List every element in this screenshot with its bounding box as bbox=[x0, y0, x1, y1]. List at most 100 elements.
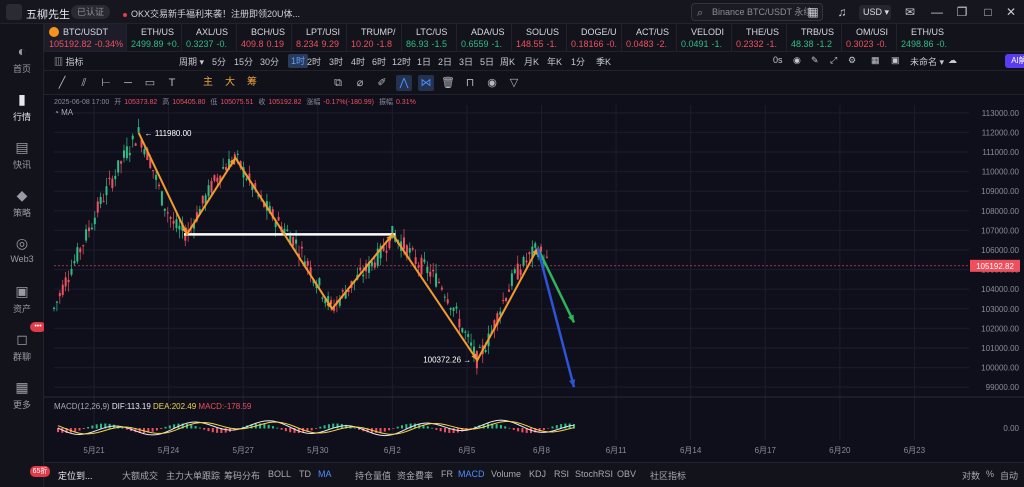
bottom-item-1[interactable]: 大额成交 bbox=[122, 469, 158, 482]
maximize-icon[interactable]: □ bbox=[980, 4, 996, 20]
ticker-9[interactable]: DOGE/U 0.18166 -0. bbox=[566, 24, 621, 51]
settings-icon[interactable]: ⧉ bbox=[330, 75, 346, 91]
bottom-item-6[interactable]: MA bbox=[318, 469, 332, 479]
pen-icon[interactable]: ✐ bbox=[374, 75, 390, 91]
ai-button[interactable]: AI解读 bbox=[1005, 54, 1024, 68]
bottom-right-2[interactable]: 自动 bbox=[1000, 469, 1018, 482]
indicator-button[interactable]: ▥ 指标 bbox=[54, 55, 84, 68]
sidebar-item-bar-chart[interactable]: ▮ 行情 bbox=[0, 86, 44, 126]
ticker-3[interactable]: BCH/US 409.8 0.19 bbox=[236, 24, 291, 51]
trendline-icon[interactable]: ╱ bbox=[54, 75, 70, 91]
pattern-icon[interactable]: ⋈ bbox=[418, 75, 434, 91]
timeframe-3[interactable]: 1时 bbox=[288, 54, 309, 68]
timeframe-0[interactable]: 5分 bbox=[212, 55, 226, 68]
ticker-15[interactable]: ETH/US 2498.86 -0. bbox=[896, 24, 951, 51]
zigzag-icon[interactable]: ⋀ bbox=[396, 75, 412, 91]
ticker-10[interactable]: ACT/US 0.0483 -2. bbox=[621, 24, 676, 51]
timeframe-15[interactable]: 年K bbox=[547, 55, 562, 68]
fullscreen-icon[interactable]: ⤢ bbox=[830, 55, 837, 66]
bottom-item-3[interactable]: 筹码分布 bbox=[224, 469, 260, 482]
timeframe-1[interactable]: 15分 bbox=[234, 55, 253, 68]
timeframe-13[interactable]: 周K bbox=[500, 55, 515, 68]
bottom-item-5[interactable]: TD bbox=[299, 469, 311, 479]
bottom-item-13[interactable]: RSI bbox=[554, 469, 569, 479]
eye-icon[interactable]: ◉ bbox=[484, 75, 500, 91]
hline-icon[interactable]: ─ bbox=[120, 75, 136, 91]
search-input[interactable]: ⌕ Binance BTC/USDT 永续 bbox=[691, 3, 823, 21]
chart-area[interactable]: 113000.00 112000.00 111000.00 110000.00 1090… bbox=[44, 95, 1024, 462]
text-icon[interactable]: T bbox=[164, 75, 180, 91]
bottom-item-2[interactable]: 主力大单跟踪 bbox=[166, 469, 220, 482]
timeframe-8[interactable]: 12时 bbox=[392, 55, 411, 68]
sidebar-item-web3[interactable]: ◎ Web3 bbox=[0, 230, 44, 270]
timeframe-14[interactable]: 月K bbox=[524, 55, 539, 68]
grid-icon[interactable]: ▦ bbox=[871, 55, 880, 66]
rect-icon[interactable]: ▭ bbox=[142, 75, 158, 91]
timeframe-16[interactable]: 1分 bbox=[571, 55, 585, 68]
bottom-item-4[interactable]: BOLL bbox=[268, 469, 291, 479]
mail-icon[interactable]: ✉ bbox=[902, 4, 918, 20]
minimize-icon[interactable]: — bbox=[929, 4, 945, 20]
ticker-12[interactable]: THE/US 0.2332 -1. bbox=[731, 24, 786, 51]
bottom-right-0[interactable]: 对数 bbox=[962, 469, 980, 482]
indicator-tool-0[interactable]: 主 bbox=[200, 75, 216, 91]
ticker-11[interactable]: VELODI 0.0491 -1. bbox=[676, 24, 731, 51]
sidebar-item-strategy[interactable]: ◆ 策略 bbox=[0, 182, 44, 222]
bell-icon[interactable]: ♫ bbox=[834, 4, 850, 20]
ticker-14[interactable]: OM/USI 0.3023 -0. bbox=[841, 24, 896, 51]
bottom-item-14[interactable]: StochRSI bbox=[575, 469, 613, 479]
ticker-2[interactable]: AXL/US 0.3237 -0. bbox=[181, 24, 236, 51]
sidebar-item-wallet[interactable]: ▣ 资产 bbox=[0, 278, 44, 318]
sidebar-item-chat[interactable]: ◻ 群聊 bbox=[0, 326, 44, 366]
settings-icon[interactable]: ⚙ bbox=[848, 55, 856, 66]
timeframe-6[interactable]: 4时 bbox=[351, 55, 365, 68]
bottom-item-0[interactable]: 定位到... bbox=[58, 469, 93, 482]
ticker-6[interactable]: LTC/US 86.93 -1.5 bbox=[401, 24, 456, 51]
ticker-5[interactable]: TRUMP/10.20 -1.8 bbox=[346, 24, 401, 51]
bottom-item-15[interactable]: OBV bbox=[617, 469, 636, 479]
bottom-item-8[interactable]: 资金費率 bbox=[397, 469, 433, 482]
sidebar-item-more[interactable]: ▦ 更多 bbox=[0, 374, 44, 414]
ticker-0[interactable]: BTC/USDT 105192.82 -0.34% bbox=[44, 24, 126, 51]
magnet-icon[interactable]: ⊓ bbox=[462, 75, 478, 91]
calendar-icon[interactable]: ▦ bbox=[805, 4, 821, 20]
bottom-right-1[interactable]: % bbox=[986, 469, 994, 479]
bottom-item-12[interactable]: KDJ bbox=[529, 469, 546, 479]
ticker-13[interactable]: TRB/US 48.38 -1.2 bbox=[786, 24, 841, 51]
sidebar-item-news[interactable]: ▤ 快讯 bbox=[0, 134, 44, 174]
lock-icon[interactable]: ⌀ bbox=[352, 75, 368, 91]
edit-icon[interactable]: ✎ bbox=[811, 55, 819, 66]
ticker-1[interactable]: ETH/US 2499.89 +0. bbox=[126, 24, 181, 51]
ticker-7[interactable]: ADA/US 0.6559 -1. bbox=[456, 24, 511, 51]
timeframe-10[interactable]: 2日 bbox=[438, 55, 452, 68]
bottom-item-7[interactable]: 持仓量值 bbox=[355, 469, 391, 482]
restore-icon[interactable]: ❐ bbox=[954, 4, 970, 20]
cloud-icon[interactable]: ☁ bbox=[948, 55, 957, 66]
timeframe-2[interactable]: 30分 bbox=[260, 55, 279, 68]
sidebar-item-globe[interactable]: ◐ 首页 bbox=[0, 38, 44, 78]
close-icon[interactable]: ✕ bbox=[1003, 4, 1019, 20]
timeframe-7[interactable]: 6时 bbox=[372, 55, 386, 68]
timeframe-4[interactable]: 2时 bbox=[307, 55, 321, 68]
bottom-item-16[interactable]: 社区指标 bbox=[650, 469, 686, 482]
period-dropdown[interactable]: 周期 ▾ bbox=[179, 55, 204, 68]
layout-select[interactable]: 未命名 ▾ bbox=[910, 55, 944, 68]
filter-icon[interactable]: ▽ bbox=[506, 75, 522, 91]
timeframe-11[interactable]: 3日 bbox=[459, 55, 473, 68]
timeframe-12[interactable]: 5日 bbox=[480, 55, 494, 68]
indicator-tool-1[interactable]: 大 bbox=[222, 75, 238, 91]
ticker-4[interactable]: LPT/USI 8.234 9.29 bbox=[291, 24, 346, 51]
camera-icon[interactable]: ◉ bbox=[793, 55, 801, 66]
bottom-item-9[interactable]: FR bbox=[441, 469, 453, 479]
ticker-8[interactable]: SOL/US 148.55 -1. bbox=[511, 24, 566, 51]
bottom-item-11[interactable]: Volume bbox=[491, 469, 521, 479]
ma-indicator-label[interactable]: ◔ MA bbox=[54, 108, 73, 117]
layout-icon[interactable]: ▣ bbox=[891, 55, 900, 66]
currency-select[interactable]: USD ▾ bbox=[859, 5, 891, 20]
trash-icon[interactable]: 🗑 bbox=[440, 75, 456, 91]
timeframe-17[interactable]: 季K bbox=[596, 55, 611, 68]
eye-icon[interactable]: ◔ bbox=[54, 108, 59, 117]
timeframe-9[interactable]: 1日 bbox=[417, 55, 431, 68]
timeframe-5[interactable]: 3时 bbox=[329, 55, 343, 68]
news-ticker[interactable]: OKX交易新手福利来袭！注册即领20U体... bbox=[123, 7, 300, 20]
